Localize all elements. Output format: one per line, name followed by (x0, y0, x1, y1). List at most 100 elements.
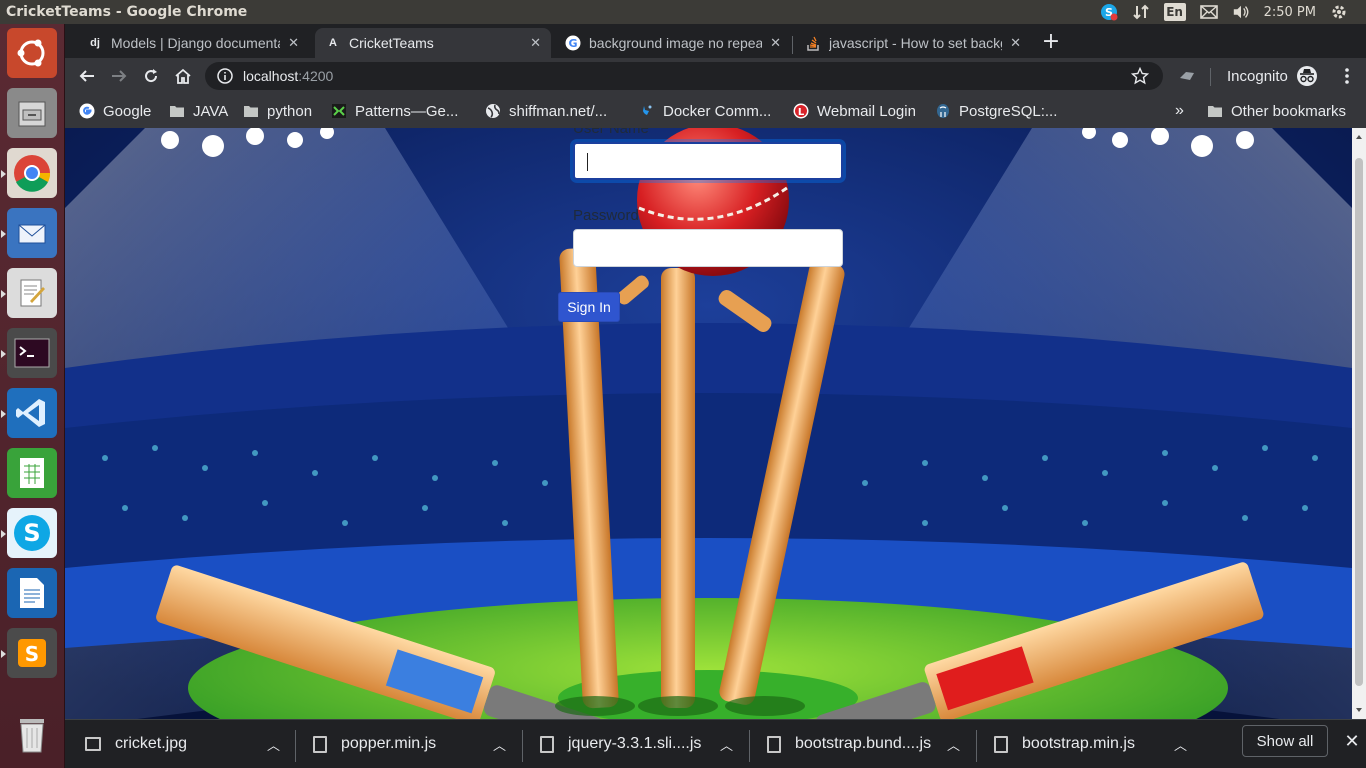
top-panel: CricketTeams - Google Chrome S En 2:50 P… (0, 0, 1366, 24)
close-tab-icon[interactable]: ✕ (770, 35, 781, 51)
incognito-icon (1296, 66, 1317, 86)
tab-django[interactable]: dj Models | Django documentation ✕ (77, 28, 309, 58)
bookmark-webmail[interactable]: L Webmail Login (793, 100, 916, 122)
bookmark-label: python (267, 102, 313, 120)
close-tab-icon[interactable]: ✕ (288, 35, 299, 51)
chevron-up-icon[interactable]: ︿ (1174, 735, 1187, 754)
skype-tray-icon[interactable]: S (1100, 3, 1118, 21)
clock[interactable]: 2:50 PM (1264, 5, 1316, 20)
download-item[interactable]: popper.min.js ︿ (313, 728, 513, 760)
text-editor-icon[interactable] (7, 268, 57, 318)
close-icon[interactable]: ✕ (1340, 729, 1364, 753)
chevron-up-icon[interactable]: ︿ (493, 735, 506, 754)
stackoverflow-favicon-icon (805, 35, 821, 51)
thunderbird-icon[interactable] (7, 208, 57, 258)
extension-button[interactable] (1173, 62, 1201, 90)
address-bar[interactable]: localhost:4200 (205, 62, 1163, 90)
keyboard-layout-indicator[interactable]: En (1163, 3, 1186, 21)
download-filename: bootstrap.min.js (1022, 735, 1135, 752)
cricket-stadium-background (65, 128, 1352, 719)
download-item[interactable]: jquery-3.3.1.sli....js ︿ (540, 728, 740, 760)
incognito-profile-button[interactable]: Incognito (1227, 64, 1318, 88)
calc-icon[interactable] (7, 448, 57, 498)
scroll-down-icon[interactable] (1352, 703, 1366, 717)
back-button[interactable] (73, 62, 101, 90)
scroll-up-icon[interactable] (1352, 130, 1366, 144)
download-filename: popper.min.js (341, 735, 437, 752)
username-input[interactable] (573, 142, 843, 180)
mail-icon[interactable] (1199, 3, 1218, 21)
page-viewport: User Name Password Sign In (65, 128, 1352, 719)
svg-text:S: S (23, 519, 40, 547)
tab-cricketteams[interactable]: A CricketTeams ✕ (315, 28, 551, 58)
password-input[interactable] (573, 229, 843, 267)
new-tab-button[interactable]: + (1037, 27, 1065, 55)
trash-icon[interactable] (7, 710, 57, 760)
bookmark-label: Patterns—Ge... (355, 102, 459, 120)
password-label: Password (573, 207, 639, 224)
other-bookmarks[interactable]: Other bookmarks (1207, 100, 1346, 122)
volume-icon[interactable] (1232, 3, 1250, 21)
file-icon (540, 735, 554, 753)
info-icon[interactable] (217, 68, 233, 84)
chevron-up-icon[interactable]: ︿ (720, 735, 733, 754)
files-icon[interactable] (7, 88, 57, 138)
bookmarks-overflow-button[interactable]: » (1175, 100, 1184, 122)
close-tab-icon[interactable]: ✕ (1010, 35, 1021, 51)
tab-label: javascript - How to set background (829, 35, 1002, 51)
chevron-up-icon[interactable]: ︿ (267, 735, 280, 754)
bookmark-google[interactable]: Google (79, 100, 151, 122)
google-favicon-icon: G (565, 35, 581, 51)
bookmark-docker[interactable]: Docker Comm... (639, 100, 771, 122)
writer-icon[interactable] (7, 568, 57, 618)
sublime-icon[interactable]: S (7, 628, 57, 678)
dash-icon[interactable] (7, 28, 57, 78)
unity-launcher: S S (0, 24, 65, 768)
bookmark-postgresql[interactable]: PostgreSQL:... (935, 100, 1057, 122)
download-filename: bootstrap.bund....js (795, 735, 932, 752)
sign-in-button[interactable]: Sign In (558, 292, 620, 322)
download-item[interactable]: cricket.jpg ︿ (85, 728, 285, 760)
image-file-icon (85, 737, 101, 751)
tab-label: CricketTeams (349, 35, 434, 51)
bookmark-label: JAVA (193, 102, 229, 120)
download-item[interactable]: bootstrap.bund....js ︿ (767, 728, 967, 760)
chrome-icon[interactable] (7, 148, 57, 198)
svg-text:L: L (798, 107, 805, 118)
bookmark-label: Google (103, 102, 152, 120)
chevron-up-icon[interactable]: ︿ (947, 735, 960, 754)
bookmark-python[interactable]: python (243, 100, 312, 122)
bookmark-shiffman[interactable]: shiffman.net/... (485, 100, 607, 122)
terminal-icon[interactable] (7, 328, 57, 378)
download-item[interactable]: bootstrap.min.js ︿ (994, 728, 1194, 760)
forward-button[interactable] (105, 62, 133, 90)
reload-icon (145, 69, 158, 83)
incognito-label: Incognito (1227, 67, 1288, 85)
scrollbar-thumb[interactable] (1355, 158, 1363, 686)
vscode-icon[interactable] (7, 388, 57, 438)
show-all-button[interactable]: Show all (1242, 725, 1328, 757)
bookmark-patterns[interactable]: Patterns—Ge... (331, 100, 458, 122)
network-icon[interactable] (1132, 3, 1150, 21)
bookmark-java[interactable]: JAVA (169, 100, 228, 122)
bookmark-star-icon[interactable] (1131, 67, 1149, 85)
skype-icon[interactable]: S (7, 508, 57, 558)
gear-icon[interactable] (1330, 3, 1348, 21)
patterns-icon (331, 103, 347, 119)
postgresql-icon (935, 103, 951, 119)
tab-label: Models | Django documentation (111, 35, 280, 51)
home-icon (175, 68, 191, 84)
forward-arrow-icon (112, 70, 127, 82)
tab-stackoverflow[interactable]: javascript - How to set background ✕ (795, 28, 1031, 58)
home-button[interactable] (169, 62, 197, 90)
close-tab-icon[interactable]: ✕ (530, 35, 541, 51)
page-scrollbar[interactable] (1352, 128, 1366, 719)
webmail-icon: L (793, 103, 809, 119)
tab-separator (792, 36, 793, 54)
text-caret (587, 153, 588, 171)
chrome-menu-button[interactable] (1333, 62, 1361, 90)
folder-icon (169, 103, 185, 119)
tab-google-search[interactable]: G background image no repeat ✕ (555, 28, 791, 58)
reload-button[interactable] (137, 62, 165, 90)
tab-strip: dj Models | Django documentation ✕ A Cri… (65, 24, 1366, 58)
